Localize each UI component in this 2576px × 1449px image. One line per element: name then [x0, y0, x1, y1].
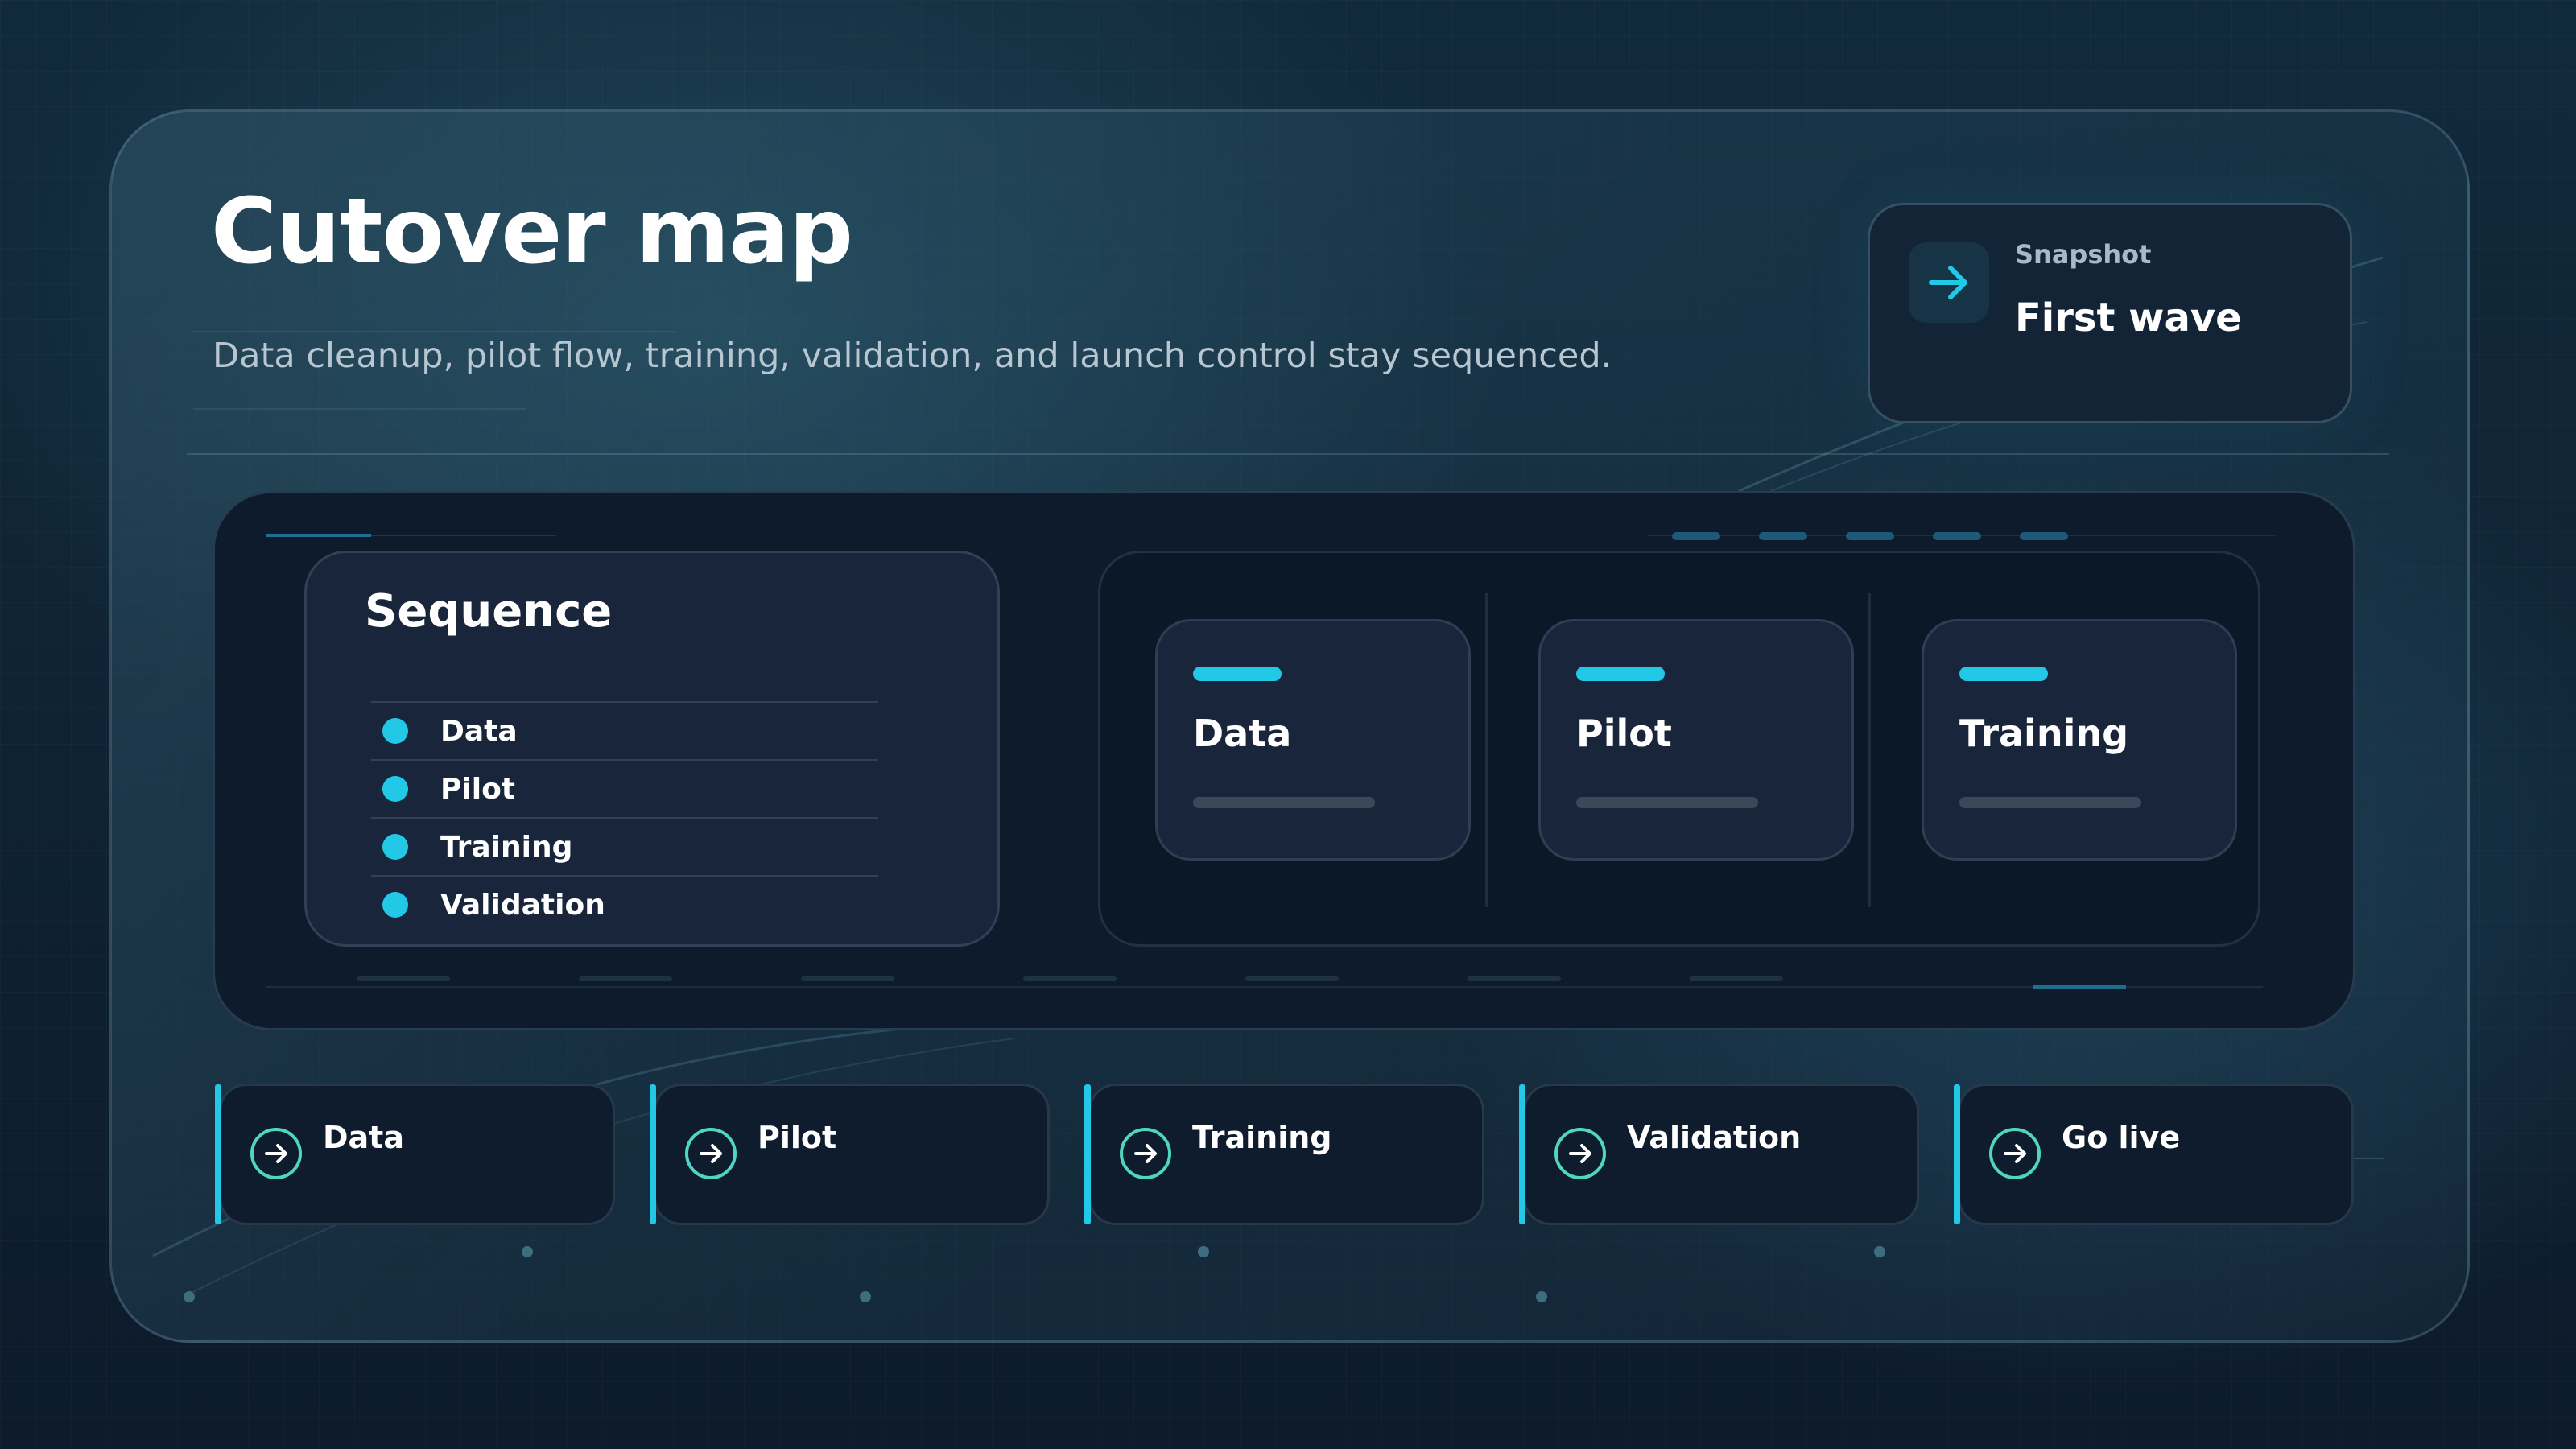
step-go-live[interactable]: Go live [1954, 1084, 2354, 1225]
page-subtitle: Data cleanup, pilot flow, training, vali… [213, 336, 1612, 376]
status-dot-icon [382, 776, 408, 802]
panel-tick [2020, 532, 2068, 540]
stage-divider [1868, 593, 1871, 907]
stage-divider [1485, 593, 1488, 907]
panel-bottom-accent [2033, 985, 2126, 989]
panel-foot-mark [579, 976, 672, 981]
stage-name: Data [1193, 712, 1292, 755]
step-label: Go live [2062, 1120, 2181, 1155]
arrow-circle-icon [1989, 1128, 2041, 1179]
arrow-circle-icon [1554, 1128, 1606, 1179]
status-dot-icon [382, 892, 408, 918]
panel-foot-mark [801, 976, 894, 981]
status-dot-icon [382, 834, 408, 860]
stage-accent-bar [1959, 667, 2048, 681]
panel-foot-mark [357, 976, 450, 981]
sequence-card: Sequence Data Pilot Training Validation [304, 551, 1000, 947]
panel-foot-mark [1245, 976, 1339, 981]
panel-tick [1933, 532, 1981, 540]
deco-node [1536, 1291, 1547, 1302]
step-training[interactable]: Training [1084, 1084, 1484, 1225]
deco-node [1198, 1246, 1209, 1257]
step-data[interactable]: Data [215, 1084, 615, 1225]
stage-panel: Data Pilot Training [1098, 551, 2260, 947]
panel-foot-mark [1690, 976, 1783, 981]
stage-accent-bar [1576, 667, 1665, 681]
stage-name: Training [1959, 712, 2129, 755]
step-label: Validation [1627, 1120, 1802, 1155]
sequence-item-label: Training [440, 830, 573, 864]
arrow-circle-icon [250, 1128, 302, 1179]
stage-name: Pilot [1576, 712, 1672, 755]
deco-node [184, 1291, 195, 1302]
stage-placeholder-line [1193, 797, 1375, 808]
sequence-list: Data Pilot Training Validation [371, 701, 878, 933]
arrow-right-icon [1909, 242, 1989, 323]
sequence-item-label: Data [440, 714, 518, 748]
sequence-item: Data [371, 701, 878, 759]
panel-top-accent [266, 534, 371, 537]
step-label: Pilot [758, 1120, 837, 1155]
sequence-item: Validation [371, 875, 878, 933]
sequence-item-label: Pilot [440, 772, 516, 806]
panel-tick [1672, 532, 1720, 540]
arrow-circle-icon [1120, 1128, 1171, 1179]
page-title: Cutover map [211, 180, 853, 284]
snapshot-label: Snapshot [2015, 239, 2152, 270]
panel-foot-mark [1468, 976, 1561, 981]
stage-placeholder-line [1576, 797, 1758, 808]
snapshot-card: Snapshot First wave [1868, 203, 2352, 423]
stage-card-training: Training [1922, 619, 2237, 861]
panel-foot-mark [1023, 976, 1117, 981]
step-label: Data [323, 1120, 404, 1155]
step-label: Training [1192, 1120, 1332, 1155]
panel-tick [1759, 532, 1807, 540]
deco-node [522, 1246, 533, 1257]
stage-placeholder-line [1959, 797, 2141, 808]
panel-top-line [371, 535, 556, 536]
step-pilot[interactable]: Pilot [650, 1084, 1050, 1225]
deco-node [860, 1291, 871, 1302]
sequence-item-label: Validation [440, 888, 605, 922]
snapshot-value: First wave [2015, 295, 2242, 341]
stage-card-data: Data [1155, 619, 1471, 861]
stage-card-pilot: Pilot [1538, 619, 1854, 861]
panel-tick [1846, 532, 1894, 540]
sequence-title: Sequence [365, 585, 613, 638]
sequence-item: Pilot [371, 759, 878, 817]
panel-bottom-line [266, 986, 2263, 988]
stage-accent-bar [1193, 667, 1282, 681]
step-validation[interactable]: Validation [1519, 1084, 1919, 1225]
arrow-circle-icon [685, 1128, 737, 1179]
status-dot-icon [382, 718, 408, 744]
sequence-item: Training [371, 817, 878, 875]
deco-node [1874, 1246, 1885, 1257]
